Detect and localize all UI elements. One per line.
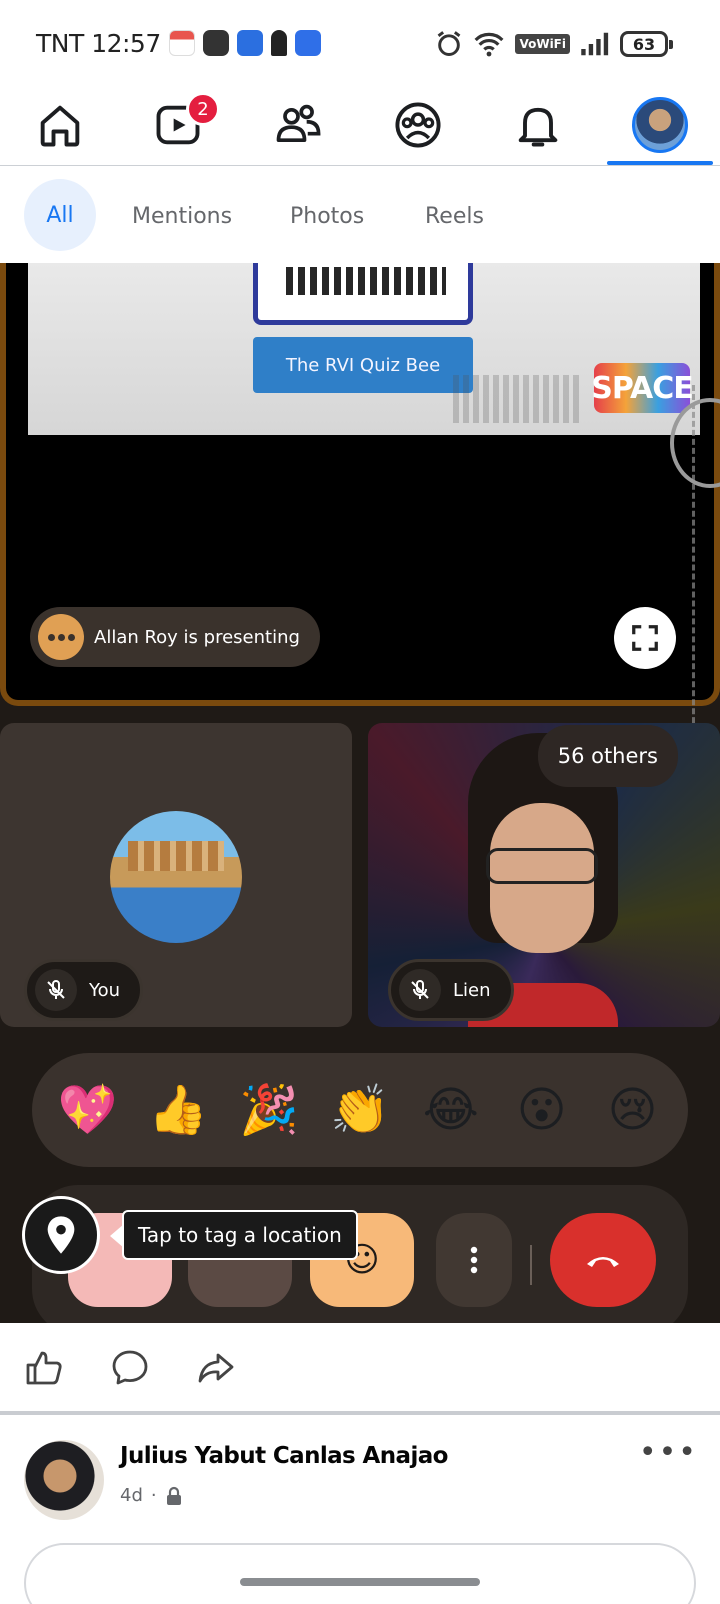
qr-code bbox=[253, 263, 473, 325]
more-options-button[interactable] bbox=[436, 1213, 512, 1307]
wifi-icon bbox=[474, 32, 504, 57]
tag-location-button[interactable] bbox=[22, 1196, 100, 1274]
participant-label-you: You bbox=[24, 959, 144, 1021]
vowifi-indicator: VoWiFi bbox=[515, 34, 570, 54]
shopping-app-icon bbox=[294, 30, 321, 56]
video-call-screenshot[interactable]: The RVI Quiz Bee SPACE Allan Roy is pres… bbox=[0, 263, 720, 1323]
feed-post: Julius Yabut Canlas Anajao 4d · ••• bbox=[0, 1415, 720, 1604]
nav-home[interactable] bbox=[10, 86, 110, 164]
end-call-button[interactable] bbox=[550, 1213, 656, 1307]
participant-name: You bbox=[89, 979, 121, 1001]
tab-mentions[interactable]: Mentions bbox=[132, 185, 232, 247]
mic-off-icon bbox=[399, 969, 441, 1011]
post-author-name[interactable]: Julius Yabut Canlas Anajao bbox=[120, 1443, 448, 1469]
space-logo: SPACE bbox=[591, 363, 694, 413]
meta-separator: · bbox=[150, 1485, 157, 1506]
keyhole-icon bbox=[270, 30, 287, 56]
vertical-dots-icon bbox=[470, 1246, 478, 1274]
groups-icon bbox=[395, 102, 441, 148]
comment-icon[interactable] bbox=[110, 1347, 150, 1387]
like-icon[interactable] bbox=[24, 1347, 64, 1387]
crying-reaction[interactable]: 😢 bbox=[597, 1086, 667, 1134]
home-indicator[interactable] bbox=[240, 1578, 480, 1586]
slide-sponsor-logos bbox=[453, 375, 583, 423]
nav-groups[interactable] bbox=[368, 86, 468, 164]
you-avatar bbox=[110, 811, 242, 943]
carrier-time: TNT 12:57 bbox=[36, 28, 161, 58]
youtube-icon bbox=[202, 30, 229, 56]
reels-notification-badge: 2 bbox=[186, 92, 220, 126]
shared-slide: The RVI Quiz Bee SPACE bbox=[28, 263, 700, 435]
participant-tile-you[interactable]: You bbox=[0, 723, 352, 1027]
status-bar: TNT 12:57 VoWiFi 63 bbox=[0, 0, 720, 86]
reactions-bar: 💖 👍 🎉 👏 😂 😮 😢 bbox=[32, 1053, 688, 1167]
nav-active-indicator bbox=[607, 161, 713, 165]
post-author-avatar[interactable] bbox=[24, 1440, 104, 1520]
controls-separator bbox=[530, 1245, 532, 1285]
laughing-reaction[interactable]: 😂 bbox=[416, 1086, 486, 1134]
participant-name: Lien bbox=[453, 979, 491, 1001]
presenting-label: Allan Roy is presenting bbox=[94, 626, 300, 648]
tab-photos[interactable]: Photos bbox=[290, 185, 364, 247]
calendar-icon bbox=[168, 30, 195, 56]
signal-icon bbox=[581, 32, 609, 56]
others-count[interactable]: 56 others bbox=[537, 725, 678, 787]
party-popper-reaction[interactable]: 🎉 bbox=[234, 1086, 304, 1134]
sparkling-heart-reaction[interactable]: 💖 bbox=[52, 1086, 122, 1134]
post-actions bbox=[0, 1323, 720, 1411]
post-meta: 4d · bbox=[120, 1485, 183, 1506]
bell-icon bbox=[518, 107, 558, 147]
post-time[interactable]: 4d bbox=[120, 1485, 143, 1506]
top-nav: 2 bbox=[0, 86, 720, 166]
share-icon[interactable] bbox=[196, 1347, 236, 1387]
hang-up-icon bbox=[587, 1257, 619, 1267]
quiz-banner: The RVI Quiz Bee bbox=[253, 337, 473, 393]
post-content-edge bbox=[24, 1543, 696, 1604]
app-icon bbox=[236, 30, 263, 56]
surprised-reaction[interactable]: 😮 bbox=[507, 1086, 577, 1134]
post-options-button[interactable]: ••• bbox=[639, 1435, 698, 1470]
nav-friends[interactable] bbox=[248, 86, 348, 164]
status-right: VoWiFi 63 bbox=[435, 28, 673, 60]
location-tooltip: Tap to tag a location bbox=[110, 1210, 358, 1260]
participant-label-lien: Lien bbox=[388, 959, 514, 1021]
friends-icon bbox=[276, 104, 321, 143]
mic-off-icon bbox=[35, 969, 77, 1011]
home-icon bbox=[40, 105, 80, 147]
filter-tabs: All Mentions Photos Reels bbox=[0, 167, 720, 263]
presenting-indicator: Allan Roy is presenting bbox=[30, 607, 320, 667]
lock-icon bbox=[166, 1486, 181, 1505]
fullscreen-button[interactable] bbox=[614, 607, 676, 669]
nav-notifications[interactable] bbox=[488, 86, 588, 164]
nav-profile[interactable] bbox=[610, 86, 710, 164]
alarm-icon bbox=[438, 31, 461, 56]
clapping-reaction[interactable]: 👏 bbox=[325, 1086, 395, 1134]
tab-reels[interactable]: Reels bbox=[425, 185, 484, 247]
tab-all[interactable]: All bbox=[24, 179, 96, 251]
presenter-screen[interactable]: The RVI Quiz Bee SPACE Allan Roy is pres… bbox=[0, 263, 720, 706]
thumbs-up-reaction[interactable]: 👍 bbox=[143, 1086, 213, 1134]
status-left: TNT 12:57 bbox=[36, 26, 321, 60]
profile-avatar bbox=[632, 97, 688, 153]
fullscreen-icon bbox=[632, 625, 658, 651]
more-dots-icon bbox=[38, 614, 84, 660]
battery-indicator: 63 bbox=[620, 31, 673, 57]
nav-video[interactable]: 2 bbox=[128, 86, 228, 164]
location-pin-icon bbox=[47, 1216, 75, 1254]
